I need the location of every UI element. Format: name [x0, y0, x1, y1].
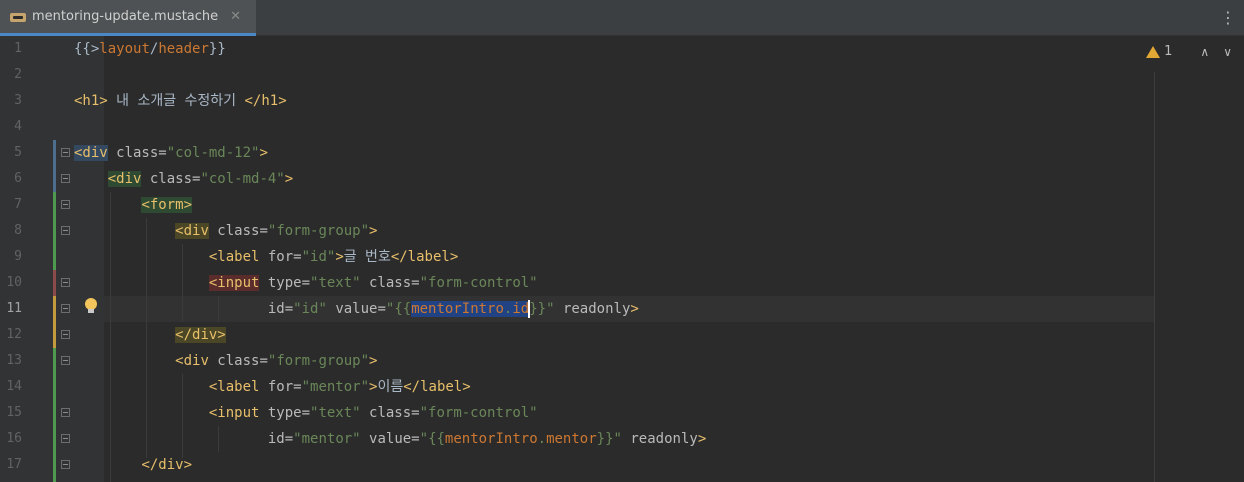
code-line[interactable]: 7 <form> — [0, 192, 1244, 218]
code-line-current[interactable]: 11 id="id" value="{{mentorIntro.id}}" re… — [0, 296, 1244, 322]
code-line[interactable]: 14 <label for="mentor">이름</label> — [0, 374, 1244, 400]
code-text: <label for="mentor">이름</label> — [208, 379, 471, 395]
line-number: 2 — [14, 67, 22, 82]
code-line[interactable]: 17 </div> — [0, 452, 1244, 478]
code-line[interactable]: 9 <label for="id">글 번호</label> — [0, 244, 1244, 270]
code-text: <div class="form-group"> — [175, 223, 378, 239]
code-line[interactable]: 13 <div class="form-group"> — [0, 348, 1244, 374]
line-number: 16 — [6, 431, 22, 446]
code-text: <input type="text" class="form-control" — [208, 405, 538, 421]
line-number: 13 — [6, 353, 22, 368]
tab-title: mentoring-update.mustache — [32, 9, 219, 24]
code-text: {{>layout/header}} — [74, 41, 226, 57]
code-line[interactable]: 8 <div class="form-group"> — [0, 218, 1244, 244]
line-number: 5 — [14, 145, 22, 160]
code-text: <label for="id">글 번호</label> — [208, 249, 459, 265]
code-line[interactable]: 4 — [0, 114, 1244, 140]
code-text: <h1> 내 소개글 수정하기 </h1> — [74, 93, 287, 109]
editor-tab-bar: mentoring-update.mustache ✕ ⋮ — [0, 0, 1244, 36]
line-number: 4 — [14, 119, 22, 134]
line-number: 11 — [6, 301, 22, 316]
tab-mentoring-update[interactable]: mentoring-update.mustache ✕ — [0, 0, 256, 36]
close-icon[interactable]: ✕ — [230, 9, 241, 24]
line-number: 1 — [14, 41, 22, 56]
line-number: 17 — [6, 457, 22, 472]
code-text: id="id" value="{{mentorIntro.id}}" reado… — [267, 300, 639, 318]
code-line[interactable]: 6 <div class="col-md-4"> — [0, 166, 1244, 192]
code-text: <div class="form-group"> — [175, 353, 378, 369]
code-text: <input type="text" class="form-control" — [208, 275, 538, 291]
code-text: </div> — [175, 327, 226, 343]
line-number: 7 — [14, 197, 22, 212]
code-text: id="mentor" value="{{mentorIntro.mentor}… — [267, 431, 707, 447]
code-line[interactable]: 2 — [0, 62, 1244, 88]
code-text: </div> — [141, 457, 193, 473]
code-line[interactable]: 5 <div class="col-md-12"> — [0, 140, 1244, 166]
code-text: <div class="col-md-12"> — [74, 145, 268, 161]
line-number: 15 — [6, 405, 22, 420]
code-line[interactable]: 10 <input type="text" class="form-contro… — [0, 270, 1244, 296]
line-number: 10 — [6, 275, 22, 290]
code-text: <div class="col-md-4"> — [107, 171, 294, 187]
code-line[interactable]: 16 id="mentor" value="{{mentorIntro.ment… — [0, 426, 1244, 452]
line-number: 14 — [6, 379, 22, 394]
line-number: 3 — [14, 93, 22, 108]
code-text: <form> — [141, 197, 193, 213]
code-line[interactable]: 3 <h1> 내 소개글 수정하기 </h1> — [0, 88, 1244, 114]
mustache-file-icon — [10, 9, 28, 25]
line-number: 9 — [14, 249, 22, 264]
code-line[interactable]: 15 <input type="text" class="form-contro… — [0, 400, 1244, 426]
line-number: 12 — [6, 327, 22, 342]
line-number: 8 — [14, 223, 22, 238]
code-line[interactable]: 12 </div> — [0, 322, 1244, 348]
code-line[interactable]: 1 {{>layout/header}} — [0, 36, 1244, 62]
more-options-icon[interactable]: ⋮ — [1220, 8, 1236, 27]
line-number: 6 — [14, 171, 22, 186]
